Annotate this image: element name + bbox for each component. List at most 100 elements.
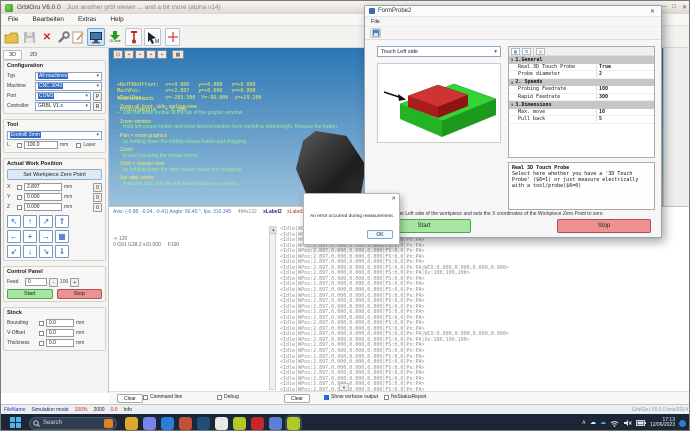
settings-button[interactable] [55, 28, 70, 46]
feed-increase-button[interactable]: + [70, 278, 79, 287]
maximize-button[interactable]: □ [672, 4, 676, 11]
clear-console-button[interactable]: Clear [284, 394, 310, 403]
taskbar-app-icon-app-f[interactable] [179, 417, 192, 430]
jog-button[interactable]: ↘ [39, 245, 53, 258]
taskbar-app-icon-outlook[interactable] [161, 417, 174, 430]
port-select[interactable]: COM3▾ [35, 92, 91, 101]
port-refresh-button[interactable]: P [93, 92, 102, 101]
property-value[interactable]: 300 [596, 94, 654, 100]
error-ok-button[interactable]: OK [367, 230, 393, 239]
y-position-input[interactable]: 0.000 [24, 193, 62, 201]
property-value[interactable]: 100 [596, 86, 654, 92]
taskbar-app-icon-grblgru[interactable] [233, 417, 246, 430]
grid-row[interactable]: Rapid Feedrate 300 [509, 94, 654, 102]
grid-row[interactable]: Real 3D Touch Probe True [509, 64, 654, 72]
taskbar-search[interactable]: Search [29, 417, 117, 430]
clear-history-button[interactable]: Clear [117, 394, 143, 403]
pan-mode-button[interactable]: M [144, 28, 161, 46]
view-button[interactable]: ▪ [135, 50, 145, 59]
grid-row[interactable]: Pull back 5 [509, 116, 654, 124]
taskbar-app-icon-chrome[interactable] [215, 417, 228, 430]
menu-item[interactable]: Extras [71, 16, 103, 23]
probe-stop-button[interactable]: Stop [557, 219, 651, 233]
notification-icon[interactable] [679, 420, 686, 427]
x-position-input[interactable]: 2.897 [24, 183, 62, 191]
error-close-button[interactable]: ✕ [391, 196, 396, 202]
tool-length-checkbox[interactable] [17, 143, 22, 148]
taskbar-app-icon-grblgru-active[interactable] [287, 417, 300, 430]
dialog-menu-file[interactable]: File [371, 19, 380, 25]
jog-button[interactable]: ↙ [7, 245, 21, 258]
delete-button[interactable]: ✕ [40, 28, 54, 46]
voffset-checkbox[interactable] [39, 331, 44, 336]
jog-button[interactable]: ⇑ [55, 215, 69, 228]
tray-chevron-up-icon[interactable]: ∧ [582, 420, 586, 426]
grid-category[interactable]: ∨ 1.General [509, 56, 654, 64]
typ-select[interactable]: All machines▾ [35, 72, 102, 81]
x-axis-checkbox[interactable] [17, 185, 22, 190]
taskbar-app-icon-file-explorer[interactable] [125, 417, 138, 430]
start-button[interactable]: Start [7, 289, 53, 299]
gcode-download-button[interactable]: GCode [107, 28, 123, 46]
z-zero-button[interactable]: 0 [93, 203, 102, 212]
debug-checkbox[interactable] [217, 395, 222, 400]
view-button[interactable]: ⊡ [113, 50, 123, 59]
cloud-sync-icon[interactable]: ☁ [600, 420, 606, 426]
grid-category[interactable]: ∨ 2. Speeds [509, 79, 654, 87]
view-button[interactable]: ▦ [172, 50, 184, 59]
z-axis-checkbox[interactable] [17, 205, 22, 210]
grid-row[interactable]: Probing Feedrate 100 [509, 86, 654, 94]
bounding-input[interactable]: 0.0 [46, 319, 74, 327]
start-menu-button[interactable] [10, 417, 22, 429]
onedrive-cloud-icon[interactable]: ☁ [590, 420, 596, 426]
jog-button[interactable]: ↓ [23, 245, 37, 258]
jog-button[interactable]: → [39, 230, 53, 243]
property-value[interactable]: True [596, 64, 654, 70]
volume-muted-icon[interactable] [623, 419, 632, 427]
jog-button[interactable]: ↑ [23, 215, 37, 228]
close-button[interactable]: ✕ [682, 4, 687, 11]
grid-row[interactable]: Probe diameter 2 [509, 71, 654, 79]
taskbar-app-icon-adobe[interactable] [251, 417, 264, 430]
command-line-checkbox[interactable] [143, 395, 148, 400]
edit-gcode-button[interactable] [71, 28, 86, 46]
jog-button[interactable]: + [23, 230, 37, 243]
jog-button[interactable]: ▦ [55, 230, 69, 243]
grid-row[interactable]: Max. move 10 [509, 109, 654, 117]
open-file-button[interactable] [3, 28, 20, 46]
wifi-icon[interactable] [610, 420, 619, 427]
menu-item[interactable]: Bearbeiten [25, 16, 70, 23]
laser-checkbox[interactable] [76, 143, 81, 148]
minimize-button[interactable]: ─ [662, 4, 666, 11]
property-value[interactable]: 2 [596, 71, 654, 77]
set-workpiece-zero-button[interactable]: Set Workpiece Zero Point [7, 169, 102, 180]
nostatusreport-checkbox[interactable] [384, 395, 389, 400]
console-scroll-down-button[interactable]: ▼ [339, 383, 349, 391]
stop-button[interactable]: Stop [57, 289, 103, 299]
bounding-checkbox[interactable] [39, 321, 44, 326]
menu-item[interactable]: Help [103, 16, 130, 23]
crosshair-button[interactable] [165, 28, 180, 46]
tool-select[interactable]: Endmill 3mm▾ [7, 131, 102, 140]
y-zero-button[interactable]: 0 [93, 193, 102, 202]
menu-item[interactable]: File [1, 16, 25, 23]
battery-icon[interactable] [636, 420, 646, 426]
view-button[interactable]: ▪ [124, 50, 134, 59]
save-button[interactable] [21, 28, 37, 46]
simulation-view-button[interactable] [87, 28, 105, 46]
thickness-input[interactable]: 0.0 [46, 339, 74, 347]
view-button[interactable]: ▪ [146, 50, 156, 59]
jog-button[interactable]: ↗ [39, 215, 53, 228]
taskbar-clock[interactable]: 17:13 12/06/2023 [650, 418, 675, 429]
jog-button[interactable]: ← [7, 230, 21, 243]
categorized-view-icon[interactable]: ▦ [511, 48, 520, 55]
taskbar-app-icon-globe[interactable] [197, 417, 210, 430]
grid-category[interactable]: ∨ 3.Dimensions [509, 101, 654, 109]
machine-select[interactable]: CNC 3040▾ [35, 82, 102, 91]
view-button[interactable]: ▪ [157, 50, 167, 59]
tab-2d[interactable]: 2D [24, 50, 43, 60]
taskbar-app-icon-visual-studio[interactable] [269, 417, 282, 430]
jog-button[interactable]: ⇓ [55, 245, 69, 258]
feed-input[interactable]: 0 [25, 278, 47, 286]
probe-mode-select[interactable]: Touch Left side ▾ [377, 46, 501, 57]
